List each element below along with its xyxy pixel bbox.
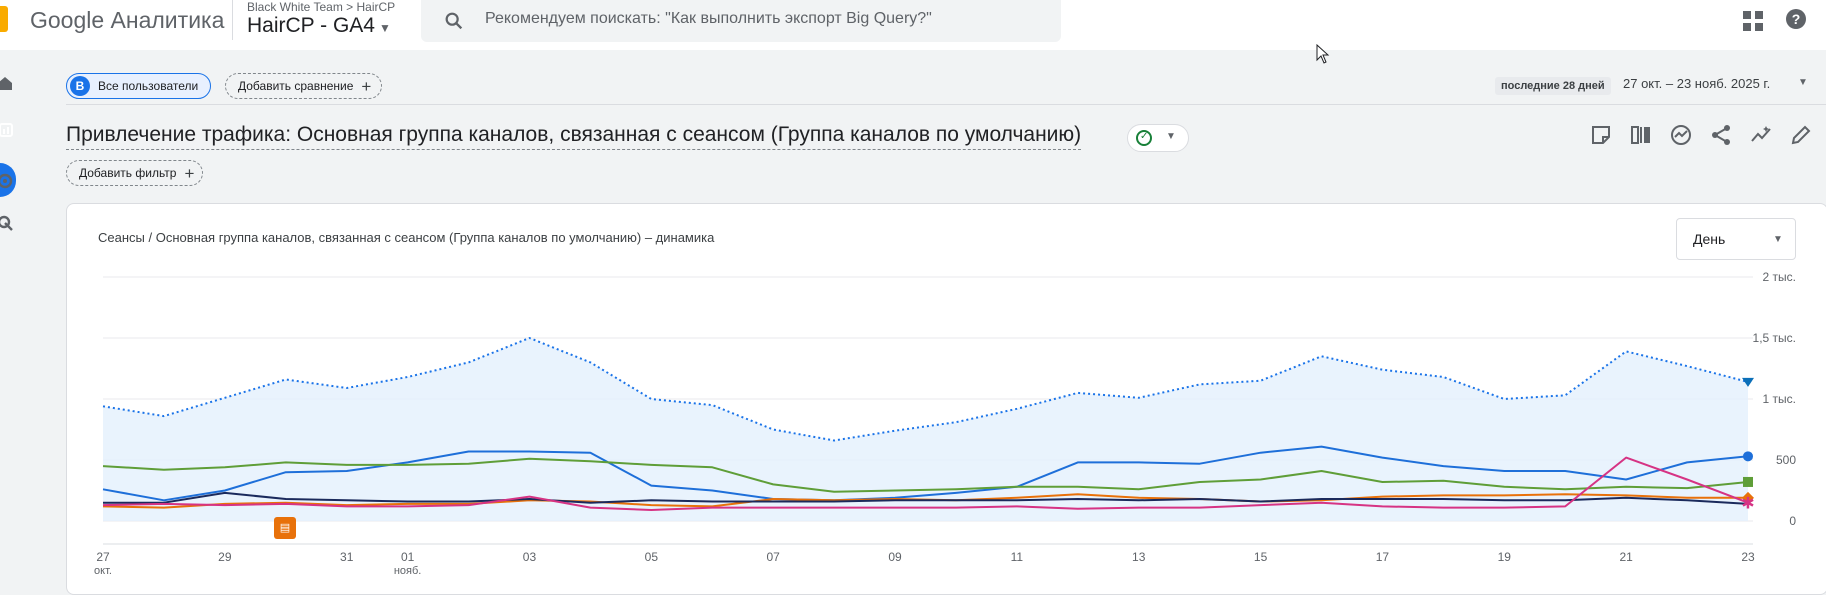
- x-tick-label: 21: [1619, 550, 1633, 564]
- x-tick-label: 03: [523, 550, 537, 564]
- x-tick-sublabel: нояб.: [394, 565, 422, 577]
- x-tick-label: 23: [1741, 550, 1755, 564]
- x-tick-label: 15: [1254, 550, 1268, 564]
- x-tick-label: 17: [1376, 550, 1390, 564]
- x-tick-label: 29: [218, 550, 232, 564]
- y-tick-label: 1 тыс.: [1763, 392, 1796, 406]
- y-tick-label: 0: [1789, 514, 1796, 528]
- line-chart[interactable]: 0 500 1 тыс. 1,5 тыс. 2 тыс. 27окт. 29 31 01нояб…: [0, 0, 1826, 581]
- series-area: [103, 338, 1748, 521]
- x-tick-label: 07: [767, 550, 781, 564]
- x-tick-sublabel: окт.: [94, 565, 112, 577]
- y-tick-label: 2 тыс.: [1763, 270, 1796, 284]
- x-tick-label: 01: [401, 550, 415, 564]
- x-tick-label: 27: [96, 550, 110, 564]
- series-end-marker: ✱: [1741, 494, 1754, 513]
- x-tick-label: 09: [888, 550, 902, 564]
- y-tick-label: 500: [1776, 453, 1796, 467]
- x-tick-label: 19: [1498, 550, 1512, 564]
- x-tick-label: 05: [645, 550, 659, 564]
- annotation-icon[interactable]: ▤: [274, 517, 296, 539]
- series-end-marker: [1743, 476, 1753, 487]
- x-tick-label: 31: [340, 550, 354, 564]
- y-tick-label: 1,5 тыс.: [1753, 331, 1796, 345]
- x-tick-label: 13: [1132, 550, 1146, 564]
- x-tick-label: 11: [1011, 550, 1024, 564]
- series-end-marker: [1743, 451, 1753, 462]
